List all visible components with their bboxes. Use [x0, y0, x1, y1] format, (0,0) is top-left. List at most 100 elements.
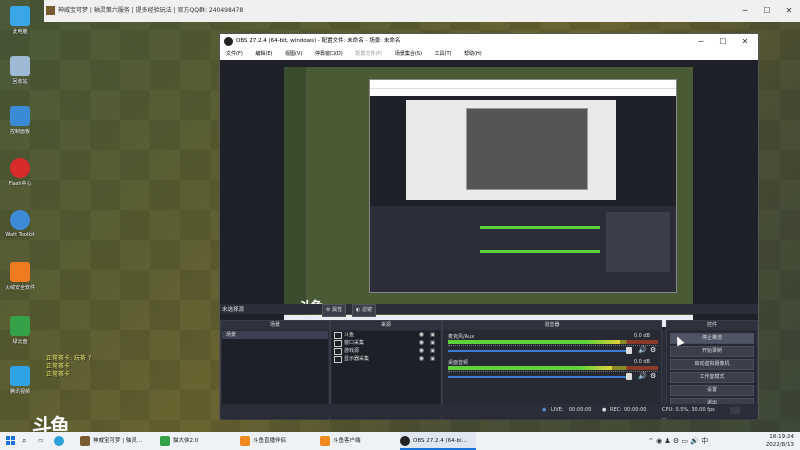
- menu-profile[interactable]: 配置文件(P): [355, 51, 382, 57]
- volume-meter: [448, 340, 658, 344]
- preview-nested-meter: [480, 250, 600, 253]
- maximize-icon[interactable]: ☐: [712, 34, 734, 49]
- preview-nested-titlebar: [370, 80, 676, 89]
- taskbar: ⌕ ▭ 神威宝可梦 | 轴灵... 猫大侠2.0 斗鱼直播伴侣 斗鱼客户端 OB…: [0, 432, 800, 450]
- obs-titlebar[interactable]: OBS 27.2.4 (64-bit, windows) - 配置文件: 未命名…: [220, 34, 758, 49]
- preview-nested-obs-window: [369, 79, 677, 293]
- lock-icon[interactable]: ▣: [430, 355, 435, 363]
- visibility-eye-icon[interactable]: ◉: [419, 331, 424, 339]
- windows-start-icon[interactable]: [6, 436, 16, 446]
- edge-icon[interactable]: [54, 432, 67, 450]
- preview-desktop-icons: [284, 67, 306, 327]
- gear-icon[interactable]: ⚙: [650, 346, 656, 354]
- scene-item[interactable]: 场景: [222, 331, 328, 339]
- mixer-channel-mic: 麦克风/Aux 0.0 dB 🔊 ⚙: [446, 333, 658, 356]
- desktop-icon-control-panel[interactable]: 控制面板: [4, 104, 36, 148]
- volume-fader[interactable]: [448, 376, 628, 378]
- volume-meter-level: [448, 340, 621, 344]
- taskbar-item-label: 神威宝可梦 | 轴灵...: [93, 438, 143, 444]
- properties-button[interactable]: ⚙ 属性: [322, 304, 347, 317]
- start-virtual-camera-button[interactable]: 启动虚拟摄像机: [670, 359, 754, 370]
- source-item[interactable]: 斗鱼 ◉ ▣: [332, 331, 440, 339]
- gear-icon[interactable]: ⚙: [650, 372, 656, 380]
- source-item[interactable]: 显示器采集 ◉ ▣: [332, 355, 440, 363]
- desktop-icon-watt[interactable]: Watt Toolkit: [4, 208, 36, 252]
- rec-icon: ●: [602, 407, 607, 413]
- fader-knob[interactable]: [626, 347, 632, 354]
- volume-meter: [448, 366, 658, 370]
- preview-nested-inner: [406, 100, 616, 200]
- preview-canvas[interactable]: 斗鱼: [284, 67, 693, 327]
- taskbar-item-douyu-companion[interactable]: 斗鱼直播伴侣: [240, 432, 314, 450]
- desktop-icon-tencent-video[interactable]: 腾讯视频: [4, 364, 36, 408]
- desktop-icon-leaf[interactable]: 绿云盘: [4, 314, 36, 358]
- channel-name: 桌面音频: [448, 360, 469, 366]
- preview-nested-meter: [480, 226, 600, 229]
- mixer-channels: 麦克风/Aux 0.0 dB 🔊 ⚙ 桌面音频 0.0 dB 🔊 ⚙: [444, 331, 660, 405]
- live-label: LIVE:: [551, 407, 564, 413]
- fader-knob[interactable]: [626, 373, 632, 380]
- studio-mode-button[interactable]: 工作室模式: [670, 372, 754, 383]
- close-icon[interactable]: ✕: [778, 0, 800, 22]
- channel-db: 0.0 dB: [633, 333, 650, 339]
- volume-fader[interactable]: [448, 350, 628, 352]
- properties-label: 属性: [332, 307, 343, 313]
- visibility-eye-icon[interactable]: ◉: [419, 355, 424, 363]
- preview-area: 斗鱼: [220, 60, 758, 330]
- clock[interactable]: 18:19:24 2022/8/13: [766, 433, 794, 449]
- lock-icon[interactable]: ▣: [430, 331, 435, 339]
- taskbar-item-cat[interactable]: 猫大侠2.0: [160, 432, 234, 450]
- close-icon[interactable]: ✕: [734, 34, 756, 49]
- source-item[interactable]: 窗口采集 ◉ ▣: [332, 339, 440, 347]
- speaker-icon[interactable]: 🔊: [638, 372, 647, 380]
- minimize-icon[interactable]: ─: [690, 34, 712, 49]
- display-capture-icon: [334, 356, 342, 363]
- search-icon[interactable]: ⌕: [22, 432, 26, 450]
- preview-nested-inner2: [466, 108, 588, 190]
- taskbar-item-game[interactable]: 神威宝可梦 | 轴灵...: [80, 432, 154, 450]
- stream-health-indicator: [730, 407, 740, 414]
- system-tray-icons[interactable]: ⌃ ◉ ♟ ⚙ ▭ 🔊 中: [648, 436, 708, 446]
- speaker-icon[interactable]: 🔊: [638, 346, 647, 354]
- desktop-icon-label: 火绒安全软件: [4, 285, 35, 291]
- source-item[interactable]: 游戏源 ◉ ▣: [332, 347, 440, 355]
- source-name: 斗鱼: [344, 332, 355, 338]
- lock-icon[interactable]: ▣: [430, 339, 435, 347]
- taskbar-item-obs[interactable]: OBS 27.2.4 (64-bi...: [400, 432, 476, 450]
- taskbar-item-label: OBS 27.2.4 (64-bi...: [413, 438, 467, 444]
- menu-scene-collection[interactable]: 场景集合(S): [395, 51, 422, 57]
- live-time: 00:00:00: [569, 407, 592, 413]
- taskbar-item-douyu-client[interactable]: 斗鱼客户端: [320, 432, 394, 450]
- lock-icon[interactable]: ▣: [430, 347, 435, 355]
- menu-help[interactable]: 帮助(H): [464, 51, 482, 57]
- filters-button[interactable]: ◐ 滤镜: [352, 304, 376, 317]
- taskbar-item-label: 猫大侠2.0: [173, 438, 199, 444]
- visibility-eye-icon[interactable]: ◉: [419, 339, 424, 347]
- visibility-eye-icon[interactable]: ◉: [419, 347, 424, 355]
- desktop-icon-huorong[interactable]: 火绒安全软件: [4, 260, 36, 304]
- desktop-icon-recycle[interactable]: 回收站: [4, 54, 36, 98]
- computer-icon: [10, 6, 30, 26]
- desktop-icon-label: 控制面板: [9, 129, 30, 135]
- desktop-icon-flash[interactable]: Flash中心: [4, 156, 36, 200]
- game-window-titlebar[interactable]: 神威宝可梦 | 轴灵策六服务 | 提多经验玩法 | 官方QQ群: 2404984…: [44, 0, 800, 22]
- start-recording-button[interactable]: 开始录制: [670, 346, 754, 357]
- minimize-icon[interactable]: ─: [734, 0, 756, 22]
- sources-dock-title: 来源: [331, 321, 441, 330]
- preview-nested-preview: [370, 96, 676, 206]
- game-window-title: 神威宝可梦 | 轴灵策六服务 | 提多经验玩法 | 官方QQ群: 2404984…: [58, 7, 244, 14]
- chat-line: 正常茶卡: 玩茶 ?: [46, 355, 92, 362]
- cpu-fps: CPU: 0.5%, 30.00 fps: [662, 407, 715, 413]
- settings-button[interactable]: 设置: [670, 385, 754, 396]
- desktop-icon-label: Watt Toolkit: [5, 232, 35, 238]
- desktop-icon-computer[interactable]: 此电脑: [4, 4, 36, 48]
- menu-edit[interactable]: 编辑(E): [255, 51, 272, 57]
- menu-view[interactable]: 视图(V): [285, 51, 302, 57]
- menu-docks[interactable]: 停靠窗口(D): [315, 51, 343, 57]
- obs-status-bar: ◉ LIVE: 00:00:00 ● REC: 00:00:00 CPU: 0.…: [220, 404, 758, 417]
- menu-tools[interactable]: 工具(T): [435, 51, 452, 57]
- rec-label: REC:: [610, 407, 622, 413]
- maximize-icon[interactable]: ☐: [756, 0, 778, 22]
- menu-file[interactable]: 文件(F): [226, 51, 243, 57]
- task-view-icon[interactable]: ▭: [38, 432, 43, 450]
